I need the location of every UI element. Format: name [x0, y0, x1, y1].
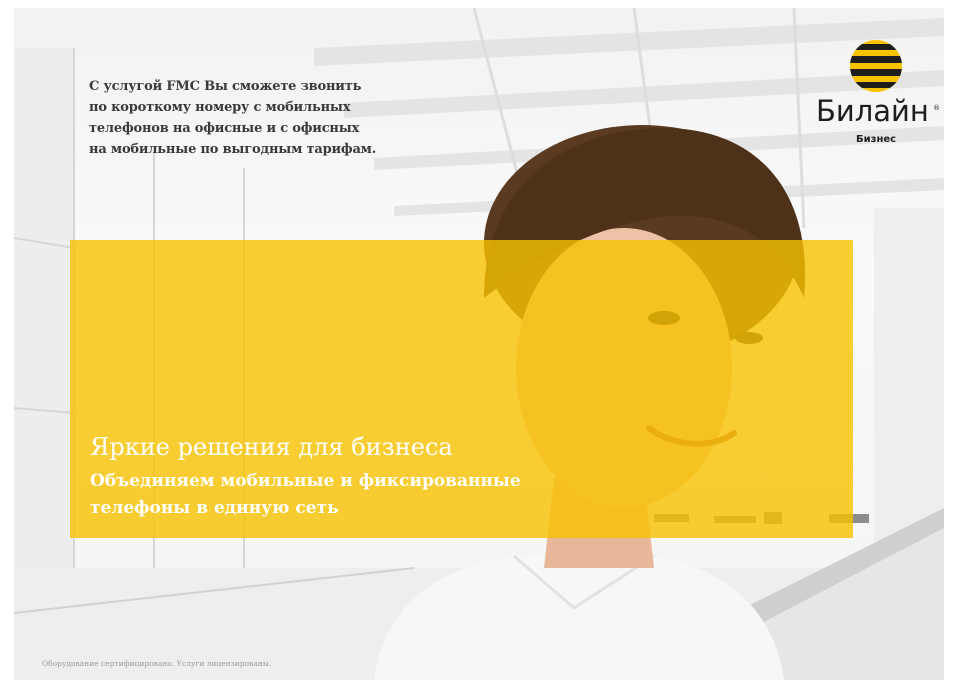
subheadline-line: телефоны в единую сеть — [90, 498, 339, 518]
intro-line: на мобильные по выгодным тарифам. — [89, 142, 377, 157]
advertisement-banner: С услугой FMC Вы сможете звонить по коро… — [14, 8, 944, 680]
registered-mark: ® — [933, 104, 940, 112]
subheadline: Объединяем мобильные и фиксированные тел… — [90, 468, 521, 522]
logo-subtitle: Бизнес — [856, 134, 897, 145]
intro-line: телефонов на офисные и с офисных — [89, 121, 360, 136]
logo-wordmark: Билайн — [816, 94, 929, 128]
intro-text: С услугой FMC Вы сможете звонить по коро… — [89, 76, 376, 160]
subheadline-line: Объединяем мобильные и фиксированные — [90, 471, 521, 491]
headline: Яркие решения для бизнеса — [90, 433, 453, 461]
intro-line: С услугой FMC Вы сможете звонить — [89, 79, 362, 94]
legal-footnote: Оборудование сертифицировано. Услуги лиц… — [42, 659, 272, 668]
beeline-striped-ball-icon — [850, 40, 902, 92]
intro-line: по короткому номеру с мобильных — [89, 100, 351, 115]
